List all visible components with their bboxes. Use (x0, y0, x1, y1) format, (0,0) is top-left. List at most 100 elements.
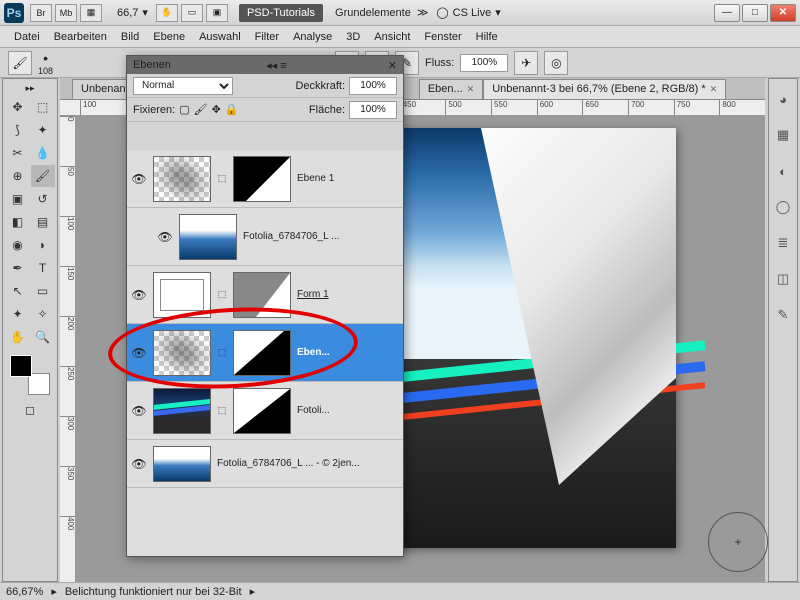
hand-button[interactable]: ✋ (156, 4, 178, 22)
lasso-tool[interactable]: ⟆ (6, 119, 30, 141)
layers-panel[interactable]: Ebenen ◂◂ ≡ ✕ Normal Deckkraft: 100% Fix… (126, 55, 404, 557)
swatch-icon[interactable]: ▦ (773, 125, 793, 145)
wand-tool[interactable]: ✦ (31, 119, 55, 141)
gradient-tool[interactable]: ▤ (31, 211, 55, 233)
type-tool[interactable]: T (31, 257, 55, 279)
fluss-field[interactable]: 100% (460, 54, 508, 72)
eyedropper-tool[interactable]: 💧 (31, 142, 55, 164)
link-icon[interactable]: ⬚ (217, 289, 227, 300)
stamp-tool[interactable]: ▣ (6, 188, 30, 210)
layers-menu-icon[interactable]: ◂◂ ≡ (266, 59, 287, 72)
visibility-icon[interactable]: 👁 (131, 345, 147, 361)
crop-tool[interactable]: ✂ (6, 142, 30, 164)
menu-3d[interactable]: 3D (346, 31, 360, 43)
layer-thumb[interactable] (153, 156, 211, 202)
screen-button[interactable]: ▣ (206, 4, 228, 22)
link-icon[interactable]: ⬚ (217, 347, 227, 358)
canvas[interactable] (376, 128, 676, 548)
layout-button[interactable]: ▦ (80, 4, 102, 22)
menu-fenster[interactable]: Fenster (424, 31, 461, 43)
layer-thumb[interactable] (153, 330, 211, 376)
layers-close-icon[interactable]: ✕ (388, 59, 397, 72)
layer-mask[interactable] (233, 156, 291, 202)
lock-trans-icon[interactable]: ▢ (179, 103, 189, 116)
color-swatches[interactable] (10, 355, 50, 395)
cslive-button[interactable]: CS Live (453, 7, 492, 19)
link-icon[interactable]: ⬚ (217, 173, 227, 184)
status-zoom[interactable]: 66,67% (6, 586, 43, 598)
layer-mask[interactable] (233, 272, 291, 318)
eraser-tool[interactable]: ◧ (6, 211, 30, 233)
target-icon[interactable]: ◎ (544, 51, 568, 75)
menu-analyse[interactable]: Analyse (293, 31, 332, 43)
paths-icon[interactable]: ✎ (773, 305, 793, 325)
layers-title[interactable]: Ebenen ◂◂ ≡ ✕ (127, 56, 403, 74)
heal-tool[interactable]: ⊕ (6, 165, 30, 187)
layer-mask[interactable] (233, 388, 291, 434)
layer-row[interactable]: 👁 ⬚ Fotoli... (127, 382, 403, 440)
pen-tool[interactable]: ✒ (6, 257, 30, 279)
visibility-icon[interactable]: 👁 (157, 229, 173, 245)
path-tool[interactable]: ↖ (6, 280, 30, 302)
move-tool[interactable]: ✥ (6, 96, 30, 118)
menu-bearbeiten[interactable]: Bearbeiten (54, 31, 107, 43)
bridge-button[interactable]: Br (30, 4, 52, 22)
menu-auswahl[interactable]: Auswahl (199, 31, 241, 43)
menu-ebene[interactable]: Ebene (153, 31, 185, 43)
menu-ansicht[interactable]: Ansicht (374, 31, 410, 43)
minimize-button[interactable]: — (714, 4, 740, 22)
zoom-tool[interactable]: 🔍 (31, 326, 55, 348)
workspace-tab-2[interactable]: Grundelemente (329, 4, 417, 22)
lock-all-icon[interactable]: 🔒 (225, 103, 239, 116)
quickmask-tool[interactable]: ◻ (18, 399, 42, 421)
layer-row[interactable]: 👁 Fotolia_6784706_L ... - © 2jen... (127, 440, 403, 488)
layer-row-selected[interactable]: 👁 ⬚ Eben... (127, 324, 403, 382)
layer-row[interactable]: 👁 Fotolia_6784706_L ... (127, 208, 403, 266)
visibility-icon[interactable]: 👁 (131, 456, 147, 472)
visibility-icon[interactable]: 👁 (131, 171, 147, 187)
opacity-field[interactable]: 100% (349, 77, 397, 95)
channels-icon[interactable]: ◫ (773, 269, 793, 289)
visibility-icon[interactable]: 👁 (131, 287, 147, 303)
blur-tool[interactable]: ◉ (6, 234, 30, 256)
brush-tool[interactable]: 🖌 (31, 165, 55, 187)
link-icon[interactable]: ⬚ (217, 405, 227, 416)
layer-row[interactable]: 👁 ⬚ Ebene 1 (127, 150, 403, 208)
lock-move-icon[interactable]: ✥ (212, 103, 221, 116)
close-button[interactable]: ✕ (770, 4, 796, 22)
doc-button[interactable]: ▭ (181, 4, 203, 22)
hand-tool[interactable]: ✋ (6, 326, 30, 348)
3d-tool[interactable]: ✦ (6, 303, 30, 325)
color-icon[interactable]: ◕ (773, 89, 793, 109)
dodge-tool[interactable]: ◗ (31, 234, 55, 256)
blend-mode-select[interactable]: Normal (133, 77, 233, 95)
minibridge-button[interactable]: Mb (55, 4, 77, 22)
3d2-tool[interactable]: ✧ (31, 303, 55, 325)
doc-tab-3[interactable]: Unbenannt-3 bei 66,7% (Ebene 2, RGB/8) *… (483, 79, 726, 99)
layer-thumb[interactable] (179, 214, 237, 260)
more-icon[interactable]: ≫ (417, 6, 429, 19)
fill-field[interactable]: 100% (349, 101, 397, 119)
marquee-tool[interactable]: ⬚ (31, 96, 55, 118)
menu-bild[interactable]: Bild (121, 31, 139, 43)
layer-thumb[interactable] (153, 388, 211, 434)
layer-mask[interactable] (233, 330, 291, 376)
menu-datei[interactable]: Datei (14, 31, 40, 43)
zoom-level[interactable]: 66,7 (117, 7, 138, 19)
doc-tab-2[interactable]: Eben...✕ (419, 79, 483, 99)
mask-icon[interactable]: ◯ (773, 197, 793, 217)
menu-hilfe[interactable]: Hilfe (476, 31, 498, 43)
brush-size[interactable]: 108 (38, 66, 53, 76)
airbrush-icon[interactable]: ✈ (514, 51, 538, 75)
maximize-button[interactable]: □ (742, 4, 768, 22)
layers-icon[interactable]: ≣ (773, 233, 793, 253)
shape-tool[interactable]: ▭ (31, 280, 55, 302)
history-tool[interactable]: ↺ (31, 188, 55, 210)
workspace-tab-1[interactable]: PSD-Tutorials (239, 4, 323, 22)
layer-thumb[interactable] (153, 446, 211, 482)
visibility-icon[interactable]: 👁 (131, 403, 147, 419)
layer-thumb[interactable] (153, 272, 211, 318)
current-tool-icon[interactable]: 🖌 (8, 51, 32, 75)
layer-row[interactable]: 👁 ⬚ Form 1 (127, 266, 403, 324)
menu-filter[interactable]: Filter (255, 31, 279, 43)
